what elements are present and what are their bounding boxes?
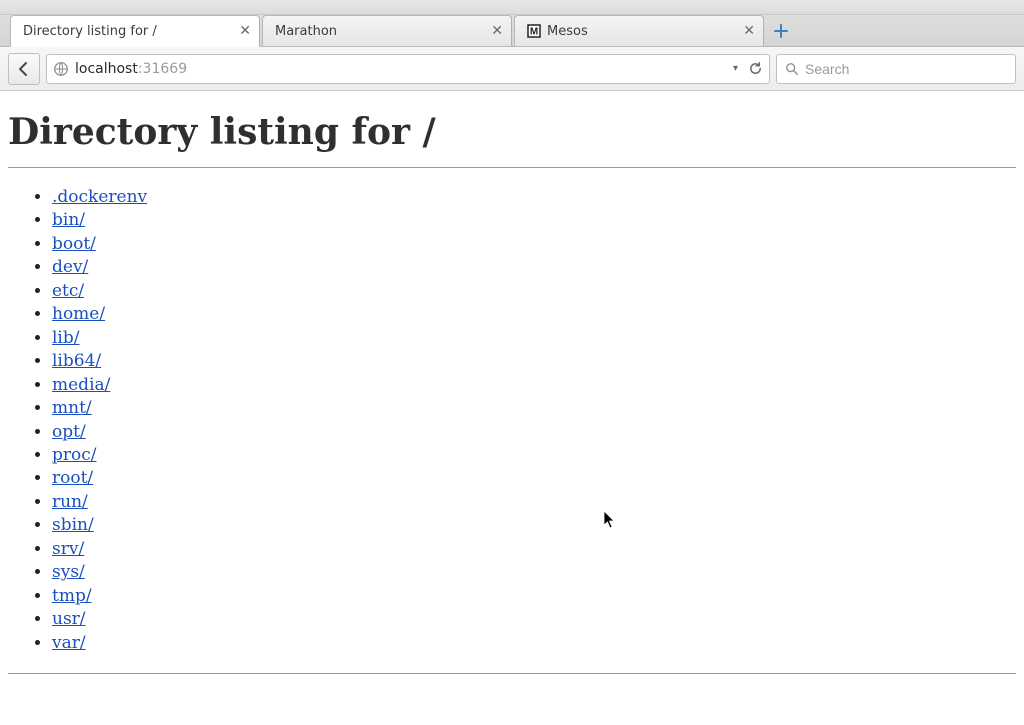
directory-link[interactable]: sbin/	[52, 515, 94, 535]
directory-link[interactable]: dev/	[52, 257, 88, 277]
url-text[interactable]: localhost:31669	[75, 61, 727, 77]
close-icon[interactable]: ✕	[743, 24, 755, 38]
page-title: Directory listing for /	[8, 111, 1016, 153]
list-item: opt/	[52, 421, 1016, 444]
list-item: lib64/	[52, 350, 1016, 373]
list-item: dev/	[52, 256, 1016, 279]
search-icon	[785, 62, 799, 76]
list-item: lib/	[52, 327, 1016, 350]
directory-link[interactable]: tmp/	[52, 586, 92, 606]
directory-link[interactable]: etc/	[52, 281, 84, 301]
list-item: root/	[52, 467, 1016, 490]
directory-link[interactable]: var/	[52, 633, 86, 653]
list-item: etc/	[52, 280, 1016, 303]
directory-link[interactable]: proc/	[52, 445, 97, 465]
mesos-favicon-icon: M	[527, 24, 541, 38]
new-tab-button[interactable]	[766, 15, 796, 46]
list-item: media/	[52, 374, 1016, 397]
svg-text:M: M	[530, 27, 538, 38]
directory-link[interactable]: usr/	[52, 609, 86, 629]
directory-link[interactable]: sys/	[52, 562, 85, 582]
directory-link[interactable]: bin/	[52, 210, 85, 230]
close-icon[interactable]: ✕	[239, 24, 251, 38]
directory-link[interactable]: mnt/	[52, 398, 92, 418]
directory-link[interactable]: srv/	[52, 539, 84, 559]
directory-link[interactable]: opt/	[52, 422, 86, 442]
list-item: bin/	[52, 209, 1016, 232]
tab-label: Mesos	[547, 24, 735, 39]
tab-mesos[interactable]: M Mesos ✕	[514, 15, 764, 46]
close-icon[interactable]: ✕	[491, 24, 503, 38]
url-host: localhost	[75, 61, 138, 77]
search-box[interactable]	[776, 54, 1016, 84]
directory-link[interactable]: boot/	[52, 234, 96, 254]
list-item: var/	[52, 632, 1016, 655]
list-item: mnt/	[52, 397, 1016, 420]
reload-icon[interactable]	[748, 61, 763, 76]
directory-link[interactable]: root/	[52, 468, 93, 488]
divider	[8, 167, 1016, 168]
directory-list: .dockerenv bin/ boot/ dev/ etc/ home/ li…	[8, 186, 1016, 655]
list-item: srv/	[52, 538, 1016, 561]
tab-marathon[interactable]: Marathon ✕	[262, 15, 512, 46]
divider	[8, 673, 1016, 674]
tab-label: Directory listing for /	[23, 24, 231, 39]
directory-link[interactable]: run/	[52, 492, 88, 512]
list-item: run/	[52, 491, 1016, 514]
directory-link[interactable]: .dockerenv	[52, 187, 147, 207]
navigation-toolbar: localhost:31669 ▾	[0, 47, 1024, 91]
chevron-down-icon[interactable]: ▾	[733, 63, 738, 74]
directory-link[interactable]: lib/	[52, 328, 79, 348]
list-item: proc/	[52, 444, 1016, 467]
list-item: boot/	[52, 233, 1016, 256]
search-input[interactable]	[805, 61, 1007, 77]
tab-label: Marathon	[275, 24, 483, 39]
directory-link[interactable]: home/	[52, 304, 105, 324]
url-bar[interactable]: localhost:31669 ▾	[46, 54, 770, 84]
list-item: sbin/	[52, 514, 1016, 537]
directory-link[interactable]: media/	[52, 375, 110, 395]
directory-link[interactable]: lib64/	[52, 351, 101, 371]
back-button[interactable]	[8, 53, 40, 85]
tab-bar: Directory listing for / ✕ Marathon ✕ M M…	[0, 15, 1024, 47]
list-item: home/	[52, 303, 1016, 326]
list-item: .dockerenv	[52, 186, 1016, 209]
list-item: sys/	[52, 561, 1016, 584]
page-content: Directory listing for / .dockerenv bin/ …	[0, 91, 1024, 684]
list-item: usr/	[52, 608, 1016, 631]
url-port: :31669	[138, 61, 187, 77]
globe-icon	[53, 61, 69, 77]
window-titlebar	[0, 0, 1024, 15]
list-item: tmp/	[52, 585, 1016, 608]
tab-directory-listing[interactable]: Directory listing for / ✕	[10, 15, 260, 47]
